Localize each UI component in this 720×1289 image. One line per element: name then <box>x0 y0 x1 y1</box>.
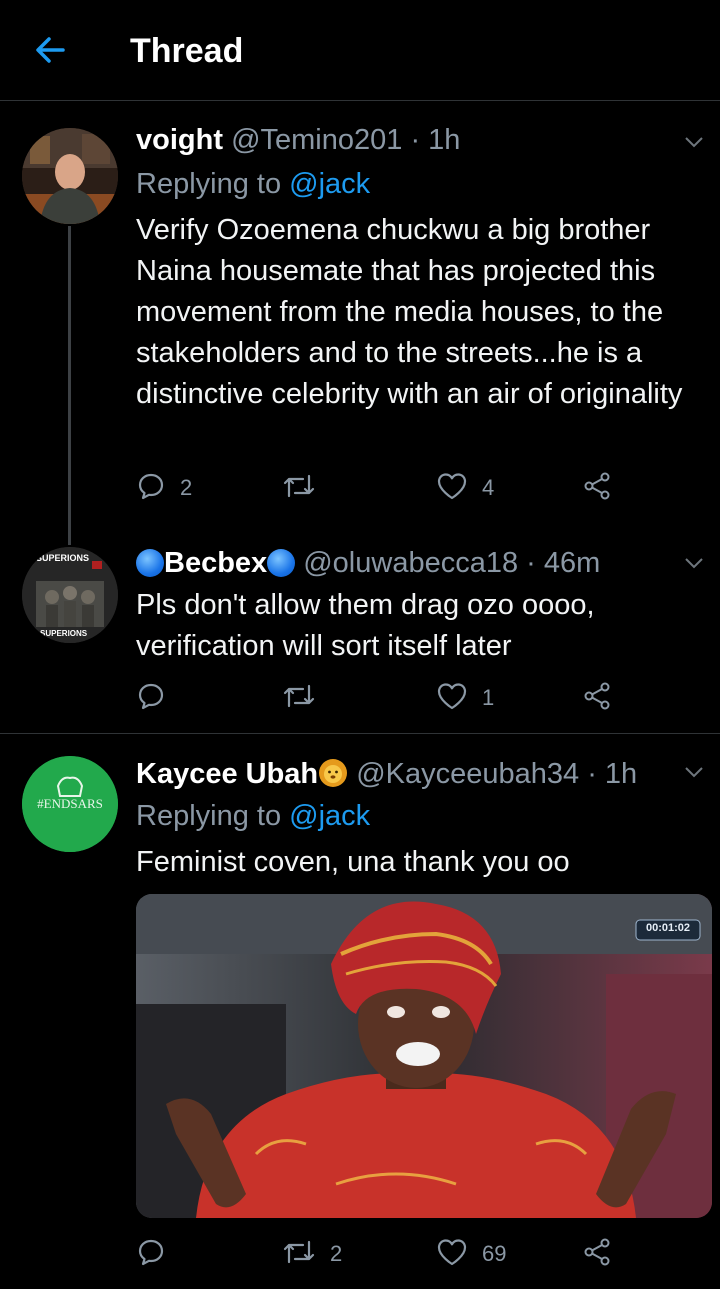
retweet-button[interactable] <box>282 678 330 718</box>
tweet-becbex[interactable]: SUPERIONS SUPERIONS Becbex @oluwabecca18… <box>0 535 720 733</box>
avatar-caption: #ENDSARS <box>37 796 103 811</box>
reply-button[interactable] <box>136 678 180 718</box>
tweet-actions: 2 69 <box>136 1234 636 1274</box>
tweet-time: · 1h <box>410 124 461 156</box>
heart-icon <box>436 681 468 716</box>
thread-line <box>68 226 71 535</box>
like-count: 69 <box>482 1241 507 1266</box>
thread-line <box>68 535 71 545</box>
retweet-button[interactable]: 2 <box>282 1234 342 1274</box>
reply-icon <box>136 681 166 716</box>
tweet-media-image[interactable]: 00:01:02 <box>136 894 712 1218</box>
tweet-header: Becbex @oluwabecca18 · 46m <box>136 545 600 581</box>
blue-circle-emoji-icon <box>136 549 164 577</box>
share-icon <box>582 681 612 716</box>
reply-count: 2 <box>180 475 193 500</box>
heart-icon <box>436 471 468 506</box>
heart-icon <box>436 1237 468 1272</box>
media-timestamp: 00:01:02 <box>645 922 691 934</box>
share-button[interactable] <box>582 678 612 718</box>
chevron-down-icon[interactable] <box>682 551 706 575</box>
lion-emoji-icon <box>318 758 348 788</box>
retweet-icon <box>282 1237 316 1272</box>
share-icon <box>582 1237 612 1272</box>
author-name[interactable]: Kaycee Ubah <box>136 758 318 790</box>
replying-to-link[interactable]: @jack <box>289 800 370 832</box>
replying-to: Replying to @jack <box>136 168 371 200</box>
replying-to: Replying to @jack <box>136 800 371 832</box>
reply-icon <box>136 471 166 506</box>
tweet-time: · 1h <box>587 758 638 790</box>
retweet-icon <box>282 471 316 506</box>
avatar[interactable] <box>22 128 118 224</box>
tweet-voight[interactable]: voight @Temino201 · 1h Replying to @jack… <box>0 100 720 535</box>
tweet-time: · 46m <box>526 547 601 579</box>
chevron-down-icon[interactable] <box>682 130 706 154</box>
tweet-header: Kaycee Ubah @Kayceeubah34 · 1h <box>136 756 637 792</box>
share-icon <box>582 471 612 506</box>
tweet-text: Pls don't allow them drag ozo oooo, veri… <box>136 589 595 662</box>
reply-button[interactable] <box>136 1234 180 1274</box>
retweet-count: 2 <box>330 1241 343 1266</box>
like-button[interactable]: 1 <box>436 678 494 718</box>
like-count: 1 <box>482 685 495 710</box>
author-handle[interactable]: @Kayceeubah34 <box>356 758 579 790</box>
reply-button[interactable]: 2 <box>136 468 192 508</box>
like-count: 4 <box>482 475 495 500</box>
page-title: Thread <box>130 32 244 70</box>
avatar-caption-top: SUPERIONS <box>36 553 90 563</box>
tweet-header: voight @Temino201 · 1h <box>136 122 460 158</box>
author-name[interactable]: Becbex <box>164 547 267 579</box>
retweet-icon <box>282 681 316 716</box>
blue-circle-emoji-icon <box>267 549 296 577</box>
replying-to-link[interactable]: @jack <box>289 168 370 200</box>
like-button[interactable]: 4 <box>436 468 494 508</box>
avatar[interactable]: SUPERIONS SUPERIONS <box>22 547 118 643</box>
top-bar: Thread <box>0 0 720 101</box>
avatar[interactable]: #ENDSARS <box>22 756 118 852</box>
like-button[interactable]: 69 <box>436 1234 506 1274</box>
tweet-text: Feminist coven, una thank you oo <box>136 846 570 878</box>
author-handle[interactable]: @oluwabecca18 <box>303 547 518 579</box>
retweet-button[interactable] <box>282 468 330 508</box>
share-button[interactable] <box>582 1234 612 1274</box>
chevron-down-icon[interactable] <box>682 760 706 784</box>
tweet-text: Verify Ozoemena chuckwu a big brother Na… <box>136 214 683 410</box>
share-button[interactable] <box>582 468 612 508</box>
author-handle[interactable]: @Temino201 <box>231 124 402 156</box>
avatar-caption-bottom: SUPERIONS <box>40 629 88 638</box>
tweet-actions: 1 <box>136 678 636 718</box>
tweet-actions: 2 4 <box>136 468 636 508</box>
back-arrow-icon[interactable] <box>30 30 70 70</box>
reply-icon <box>136 1237 166 1272</box>
author-name[interactable]: voight <box>136 124 223 156</box>
